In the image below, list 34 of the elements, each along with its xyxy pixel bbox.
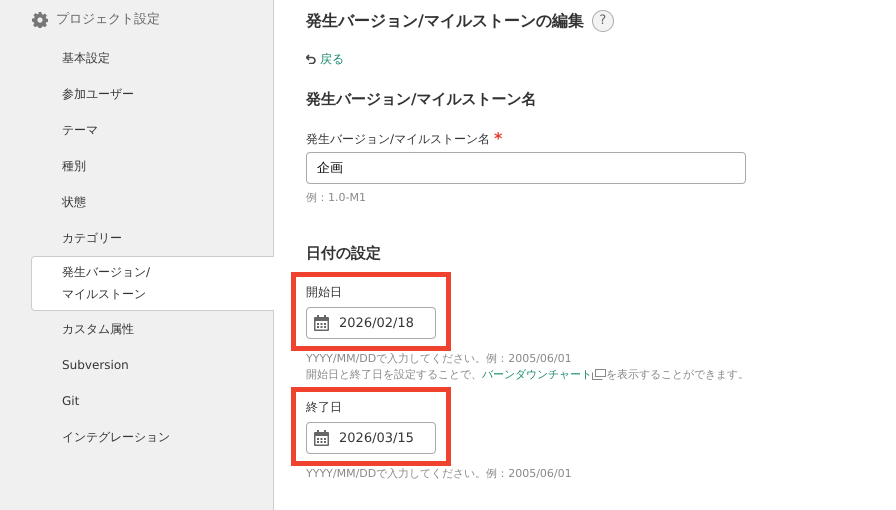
sidebar-item[interactable]: テーマ	[31, 112, 273, 148]
page-title: 発生バージョン/マイルストーンの編集	[306, 11, 584, 31]
section-heading: 発生バージョン/マイルストーン名	[306, 90, 538, 108]
date-field[interactable]: 2026/02/18	[306, 307, 436, 339]
sidebar-item[interactable]: 参加ユーザー	[31, 76, 273, 112]
sidebar-item[interactable]: Subversion	[31, 346, 273, 382]
sidebar-item[interactable]: 基本設定	[31, 40, 273, 76]
external-window-icon	[592, 369, 606, 380]
sidebar-item[interactable]: Git	[31, 382, 273, 418]
hint-text: YYYY/MM/DDで入力してください。例：2005/06/01	[306, 466, 573, 482]
sidebar-item[interactable]: 状態	[31, 184, 273, 220]
required-mark: *	[494, 131, 502, 147]
hint-text: 開始日と終了日を設定することで、バーンダウンチャート を表示することができます。	[306, 367, 750, 383]
field-label: 発生バージョン/マイルストーン名	[306, 131, 490, 148]
back-link[interactable]: 戻る	[320, 50, 344, 68]
sidebar-item[interactable]: 種別	[31, 148, 273, 184]
name-input[interactable]: 企画	[306, 152, 746, 184]
settings-icon	[32, 12, 48, 28]
field-label: 終了日	[306, 399, 343, 416]
sidebar-item[interactable]: 発生バージョン/ マイルストーン	[31, 256, 274, 310]
sidebar-item[interactable]: カテゴリー	[31, 220, 273, 256]
back-icon	[306, 54, 316, 64]
section-heading: 日付の設定	[306, 244, 382, 262]
calendar-icon	[314, 430, 329, 446]
sidebar-title: プロジェクト設定	[56, 11, 160, 29]
help-button[interactable]: ?	[592, 10, 614, 32]
sidebar-item[interactable]: カスタム属性	[31, 310, 273, 346]
date-field[interactable]: 2026/03/15	[306, 422, 436, 454]
hint-text: 例：1.0-M1	[306, 190, 367, 206]
field-label: 開始日	[306, 284, 343, 301]
sidebar-item[interactable]: インテグレーション	[31, 418, 273, 454]
calendar-icon	[314, 315, 329, 331]
hint-text: YYYY/MM/DDで入力してください。例：2005/06/01	[306, 351, 573, 367]
burndown-link[interactable]: バーンダウンチャート	[482, 368, 592, 381]
